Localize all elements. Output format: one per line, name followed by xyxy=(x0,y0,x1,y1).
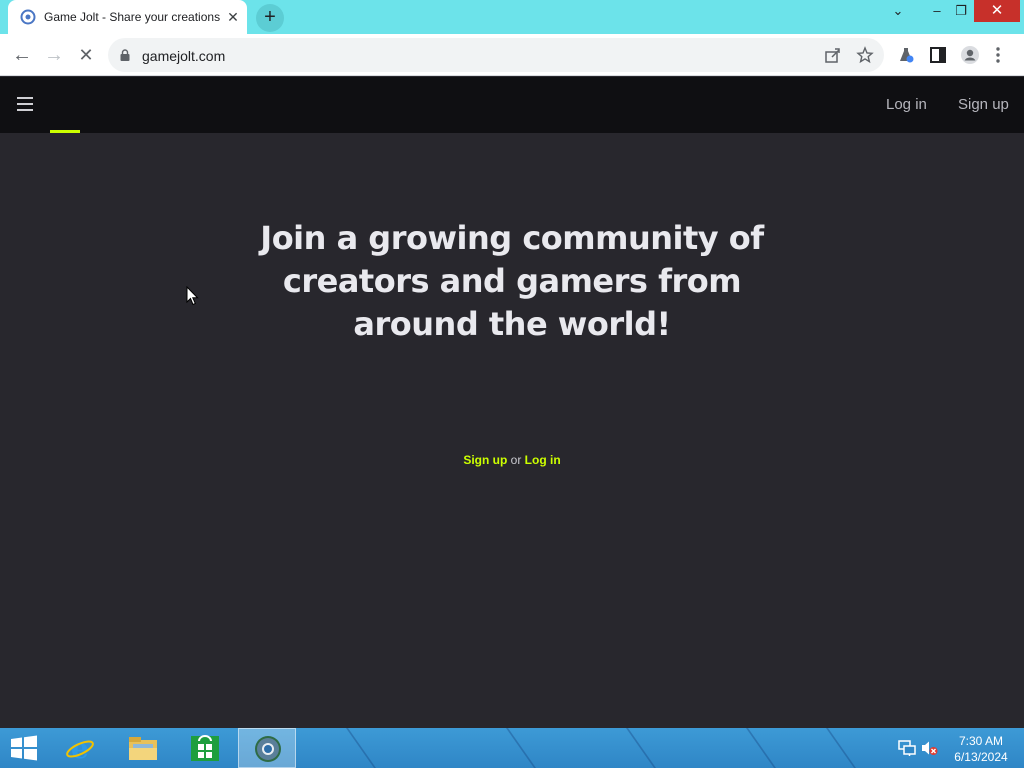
tab-title: Game Jolt - Share your creations xyxy=(44,10,221,24)
menu-hamburger-icon[interactable] xyxy=(17,97,33,111)
share-icon[interactable] xyxy=(824,46,842,64)
bookmark-star-icon[interactable] xyxy=(856,46,874,64)
extensions-icon[interactable] xyxy=(896,45,916,65)
cta-login-link[interactable]: Log in xyxy=(525,453,561,467)
windows-start-icon[interactable] xyxy=(8,735,40,761)
side-panel-icon[interactable] xyxy=(928,45,948,65)
svg-text:e: e xyxy=(71,734,89,762)
forward-button[interactable]: → xyxy=(40,41,68,69)
hero-heading: Join a growing community of creators and… xyxy=(260,219,764,343)
tab-search-button[interactable]: ⌄ xyxy=(886,0,910,22)
new-tab-button[interactable]: + xyxy=(256,4,284,32)
clock-date: 6/13/2024 xyxy=(954,750,1008,764)
system-clock[interactable]: 7:30 AM 6/13/2024 xyxy=(946,733,1016,765)
hero-section: Join a growing community of creators and… xyxy=(0,133,1024,728)
tab-close-icon[interactable]: ✕ xyxy=(224,8,242,26)
minimize-button[interactable]: – xyxy=(926,0,948,22)
site-header: Log in Sign up xyxy=(0,77,1024,133)
network-icon[interactable] xyxy=(898,740,916,756)
cta-signup-link[interactable]: Sign up xyxy=(463,453,507,467)
lock-icon[interactable] xyxy=(120,49,130,61)
store-icon xyxy=(191,735,219,761)
stop-loading-button[interactable]: ✕ xyxy=(72,41,100,69)
mouse-cursor-icon xyxy=(186,286,199,306)
back-button[interactable]: ← xyxy=(8,41,36,69)
address-bar[interactable]: gamejolt.com xyxy=(108,38,884,72)
more-menu-icon[interactable] xyxy=(993,45,1003,65)
cta-or-text: or xyxy=(510,453,522,467)
internet-explorer-icon: e xyxy=(66,734,94,762)
clock-time: 7:30 AM xyxy=(958,734,1004,748)
taskbar-file-explorer[interactable] xyxy=(114,728,172,768)
url-text[interactable]: gamejolt.com xyxy=(142,48,225,64)
header-login-link[interactable]: Log in xyxy=(886,96,927,113)
header-signup-link[interactable]: Sign up xyxy=(958,96,1009,113)
browser-toolbar: ← → ✕ gamejolt.com xyxy=(0,34,1024,76)
file-explorer-folder-icon xyxy=(129,737,157,760)
browser-tab[interactable]: Game Jolt - Share your creations ✕ xyxy=(8,0,247,34)
hero-cta: Sign up or Log in xyxy=(0,453,1024,467)
browser-tab-strip: Game Jolt - Share your creations ✕ + ⌄ –… xyxy=(0,0,1024,34)
volume-muted-icon[interactable] xyxy=(920,740,938,756)
taskbar-chrome[interactable] xyxy=(238,728,296,768)
close-window-button[interactable]: ✕ xyxy=(974,0,1020,22)
gamejolt-favicon-icon xyxy=(20,9,36,25)
taskbar-internet-explorer[interactable]: e xyxy=(52,728,110,768)
taskbar-store[interactable] xyxy=(176,728,234,768)
windows-taskbar: e 7:30 AM 6/13/2024 xyxy=(0,728,1024,768)
chrome-icon xyxy=(255,736,281,762)
profile-avatar-icon[interactable] xyxy=(960,45,980,65)
restore-button[interactable]: ❐ xyxy=(950,0,972,22)
